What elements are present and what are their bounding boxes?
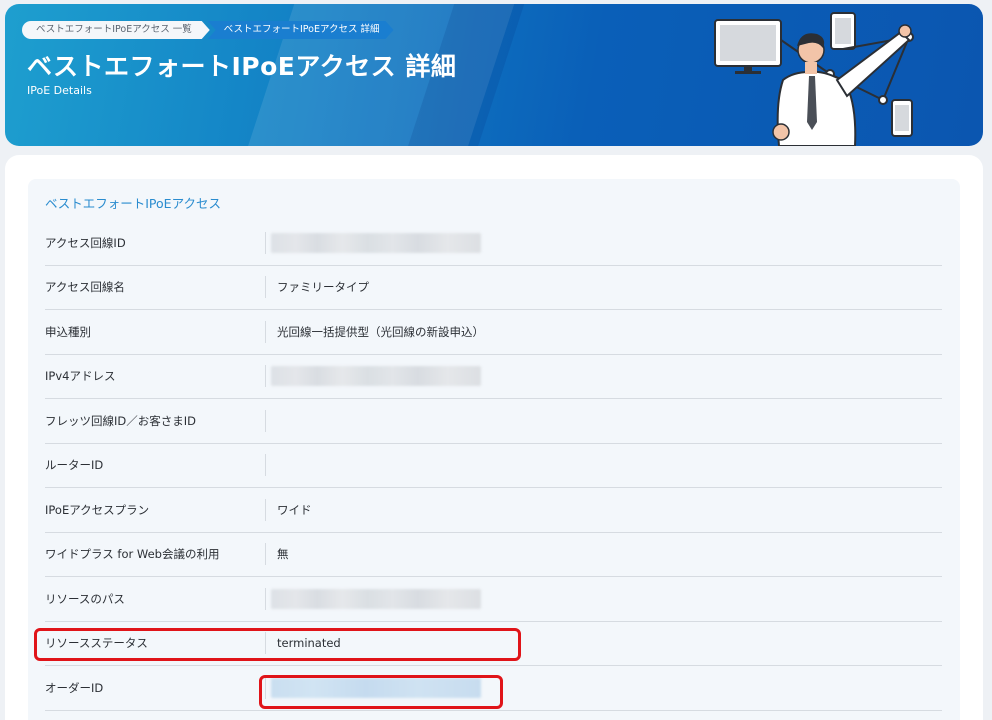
row-label: ルーターID xyxy=(45,458,104,473)
detail-row-ipoe-plan: IPoEアクセスプラン ワイド xyxy=(45,488,942,533)
row-label: リソースステータス xyxy=(45,636,148,651)
detail-row-resource-path: リソースのパス xyxy=(45,577,942,622)
row-label: アクセス回線ID xyxy=(45,235,126,250)
detail-row-access-line-name: アクセス回線名 ファミリータイプ xyxy=(45,266,942,310)
row-label: リソースのパス xyxy=(45,591,125,606)
row-value xyxy=(265,676,481,699)
redacted-value xyxy=(271,588,481,609)
row-label: IPoEアクセスプラン xyxy=(45,502,150,517)
redacted-value xyxy=(271,232,481,253)
detail-row-ipv4-address: IPv4アドレス xyxy=(45,355,942,399)
page-title: ベストエフォートIPoEアクセス 詳細 xyxy=(27,52,457,81)
row-label: フレッツ回線ID／お客さまID xyxy=(45,413,196,428)
row-label: オーダーID xyxy=(45,680,104,695)
detail-row-order-id: オーダーID xyxy=(45,666,942,711)
row-value: ファミリータイプ xyxy=(265,276,369,299)
detail-card: ベストエフォートIPoEアクセス アクセス回線ID アクセス回線名 ファミリータ… xyxy=(5,155,983,720)
businessman-network-illustration xyxy=(714,12,914,146)
page-subtitle: IPoE Details xyxy=(27,84,92,97)
breadcrumb: ベストエフォートIPoEアクセス 一覧 ベストエフォートIPoEアクセス 詳細 xyxy=(22,21,394,39)
redacted-value xyxy=(271,366,481,387)
detail-row-access-line-id: アクセス回線ID xyxy=(45,221,942,266)
redacted-value xyxy=(271,677,481,698)
row-label: IPv4アドレス xyxy=(45,369,116,384)
detail-row-flets-line-id: フレッツ回線ID／お客さまID xyxy=(45,399,942,444)
row-label: アクセス回線名 xyxy=(45,280,125,295)
detail-rows: アクセス回線ID アクセス回線名 ファミリータイプ 申込種別 光回線一括提供型（… xyxy=(45,221,942,711)
resource-status-value: terminated xyxy=(265,632,341,655)
breadcrumb-item-current: ベストエフォートIPoEアクセス 詳細 xyxy=(208,21,394,39)
section-title: ベストエフォートIPoEアクセス xyxy=(45,196,221,211)
row-value xyxy=(265,587,481,610)
row-value: 無 xyxy=(265,543,289,566)
detail-row-resource-status: リソースステータス terminated xyxy=(45,622,942,666)
detail-row-application-type: 申込種別 光回線一括提供型（光回線の新設申込） xyxy=(45,310,942,355)
row-value: ワイド xyxy=(265,498,312,521)
row-value xyxy=(265,454,277,477)
row-label: ワイドプラス for Web会議の利用 xyxy=(45,547,220,562)
ipoe-detail-section: ベストエフォートIPoEアクセス アクセス回線ID アクセス回線名 ファミリータ… xyxy=(28,179,960,720)
row-value xyxy=(265,365,481,388)
detail-row-wide-plus-web-meeting: ワイドプラス for Web会議の利用 無 xyxy=(45,533,942,577)
breadcrumb-item-list[interactable]: ベストエフォートIPoEアクセス 一覧 xyxy=(22,21,210,39)
row-value xyxy=(265,409,277,432)
row-label: 申込種別 xyxy=(45,324,91,339)
header-banner: ベストエフォートIPoEアクセス 一覧 ベストエフォートIPoEアクセス 詳細 … xyxy=(5,4,983,146)
detail-row-router-id: ルーターID xyxy=(45,444,942,488)
row-value xyxy=(265,231,481,254)
row-value: 光回線一括提供型（光回線の新設申込） xyxy=(265,320,484,343)
